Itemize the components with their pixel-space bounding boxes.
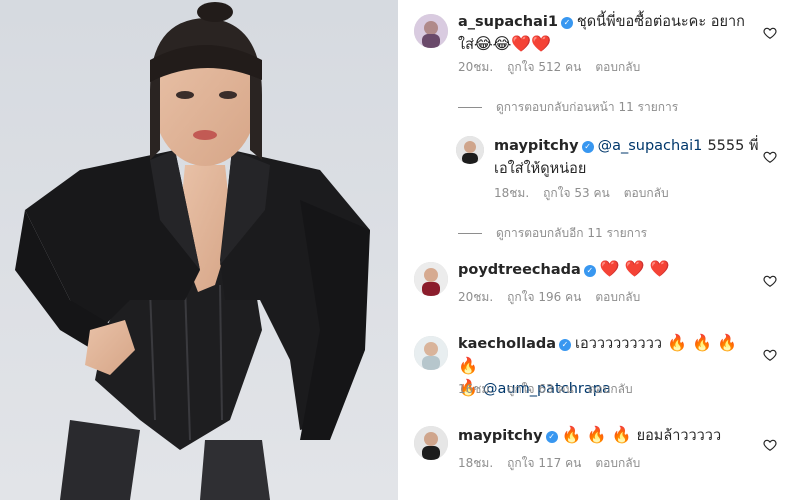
reply-button[interactable]: ตอบกลับ: [595, 456, 640, 470]
avatar[interactable]: [456, 136, 484, 164]
verified-badge-icon: ✓: [560, 17, 573, 29]
heart-outline-icon[interactable]: [763, 348, 777, 362]
comment-meta: 18ชม. ถูกใจ 117 คน ตอบกลับ: [458, 454, 654, 473]
comment-likes[interactable]: ถูกใจ 512 คน: [507, 60, 581, 74]
comment-time: 20ชม.: [458, 60, 494, 74]
comment-username[interactable]: maypitchy: [494, 138, 579, 154]
comment: a_supachai1 ✓ ชุดนี้พี่ขอซื้อต่อนะคะ อยาก …: [458, 10, 758, 56]
comment-username[interactable]: kaechollada: [458, 336, 556, 352]
comment-meta: 20ชม. ถูกใจ 512 คน ตอบกลับ: [458, 58, 654, 77]
avatar[interactable]: [414, 262, 448, 296]
heart-emoji: ❤️❤️: [511, 34, 552, 53]
comment-text: ชุดนี้พี่ขอซื้อต่อนะคะ อยาก: [576, 14, 745, 30]
comment-username[interactable]: maypitchy: [458, 428, 543, 444]
heart-emoji: ❤️ ❤️ ❤️: [599, 259, 670, 278]
comments-panel: a_supachai1 ✓ ชุดนี้พี่ขอซื้อต่อนะคะ อยาก …: [398, 0, 800, 500]
verified-badge-icon: ✓: [559, 339, 572, 351]
fire-emoji: 🔥 🔥 🔥: [561, 425, 632, 444]
comment-text: 5555 พี่: [707, 138, 759, 154]
fashion-photo-illustration: [0, 0, 398, 500]
avatar[interactable]: [414, 14, 448, 48]
comment-time: 18ชม.: [494, 186, 530, 200]
view-replies-button[interactable]: ดูการตอบกลับก่อนหน้า 11 รายการ: [458, 98, 678, 117]
heart-outline-icon[interactable]: [763, 438, 777, 452]
reply-button[interactable]: ตอบกลับ: [595, 60, 640, 74]
heart-outline-icon[interactable]: [763, 26, 777, 40]
avatar[interactable]: [414, 426, 448, 460]
comment-likes[interactable]: ถูกใจ 53 คน: [543, 186, 610, 200]
mention-link[interactable]: @a_supachai1: [598, 138, 703, 154]
comment-text-line2: ใส่: [458, 37, 474, 53]
verified-badge-icon: ✓: [581, 141, 594, 153]
heart-outline-icon[interactable]: [763, 274, 777, 288]
view-replies-label: ดูการตอบกลับก่อนหน้า 11 รายการ: [496, 100, 679, 114]
avatar[interactable]: [414, 336, 448, 370]
post-photo: [0, 0, 398, 500]
comment-likes[interactable]: ถูกใจ 117 คน: [507, 456, 581, 470]
verified-badge-icon: ✓: [545, 431, 558, 443]
reply-button[interactable]: ตอบกลับ: [595, 290, 640, 304]
comment-text-line2: เอใส่ให้ดูหน่อย: [494, 161, 587, 177]
comment-likes[interactable]: ถูกใจ 63 คน: [507, 382, 574, 396]
heart-outline-icon[interactable]: [763, 150, 777, 164]
reply-button[interactable]: ตอบกลับ: [624, 186, 669, 200]
comment: maypitchy ✓ 🔥 🔥 🔥 ยอมล้าววววว: [458, 424, 758, 447]
comment-time: 18ชม.: [458, 456, 494, 470]
comment-text: เอววววววววว: [575, 336, 662, 352]
comment-username[interactable]: poydtreechada: [458, 262, 581, 278]
comment-time: 20ชม.: [458, 290, 494, 304]
comment-time: 16ชม.: [458, 382, 494, 396]
laughing-emoji: 😂😂: [473, 34, 512, 53]
comment: poydtreechada ✓ ❤️ ❤️ ❤️: [458, 258, 758, 281]
view-replies-label: ดูการตอบกลับอีก 11 รายการ: [496, 226, 648, 240]
reply-button[interactable]: ตอบกลับ: [588, 382, 633, 396]
divider-line: [458, 233, 482, 234]
verified-badge-icon: ✓: [583, 265, 596, 277]
comment-meta: 18ชม. ถูกใจ 53 คน ตอบกลับ: [494, 184, 683, 203]
comment-likes[interactable]: ถูกใจ 196 คน: [507, 290, 581, 304]
comment-meta: 20ชม. ถูกใจ 196 คน ตอบกลับ: [458, 288, 654, 307]
comment-username[interactable]: a_supachai1: [458, 14, 558, 30]
comment: maypitchy ✓ @a_supachai1 5555 พี่ เอใส่ให้…: [494, 134, 764, 180]
comment-text: ยอมล้าววววว: [636, 428, 722, 444]
comment-meta: 16ชม. ถูกใจ 63 คน ตอบกลับ: [458, 380, 647, 399]
divider-line: [458, 107, 482, 108]
view-more-replies-button[interactable]: ดูการตอบกลับอีก 11 รายการ: [458, 224, 647, 243]
